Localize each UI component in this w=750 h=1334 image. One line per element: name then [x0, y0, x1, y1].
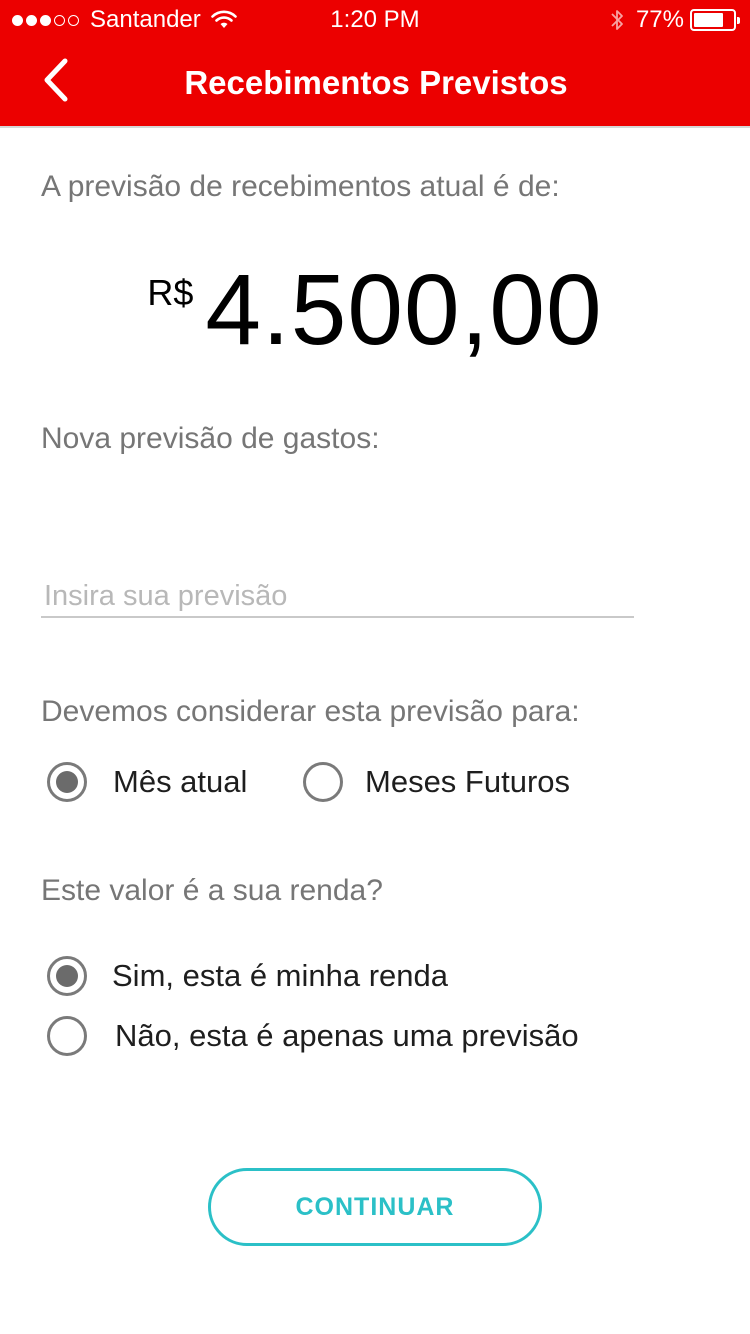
new-forecast-label: Nova previsão de gastos:: [41, 422, 380, 455]
radio-button-is-income[interactable]: [47, 956, 87, 996]
app-header: Santander 1:20 PM 77% Recebimentos Previ…: [0, 0, 750, 128]
battery-cap: [737, 17, 740, 24]
radio-option-future-months[interactable]: Meses Futuros: [303, 762, 570, 802]
bluetooth-icon: [611, 10, 623, 30]
continue-button[interactable]: CONTINUAR: [208, 1168, 542, 1246]
currency-symbol: R$: [147, 272, 194, 313]
current-forecast-amount: R$ 4.500,00: [0, 260, 750, 360]
forecast-input[interactable]: [41, 566, 634, 626]
radio-label-current-month: Mês atual: [113, 764, 248, 799]
forecast-amount-value: 4.500,00: [205, 254, 603, 366]
period-question-label: Devemos considerar esta previsão para:: [41, 695, 580, 728]
radio-button-current-month[interactable]: [47, 762, 87, 802]
battery-level-fill: [694, 13, 724, 27]
current-forecast-label: A previsão de recebimentos atual é de:: [41, 170, 560, 203]
radio-option-current-month[interactable]: Mês atual: [47, 762, 247, 802]
status-bar: Santander 1:20 PM 77%: [0, 0, 750, 40]
battery-percentage: 77%: [635, 6, 684, 33]
radio-option-only-forecast[interactable]: Não, esta é apenas uma previsão: [47, 1016, 579, 1056]
radio-label-future-months: Meses Futuros: [365, 764, 571, 799]
radio-selected-dot: [56, 771, 78, 793]
radio-button-future-months[interactable]: [303, 762, 343, 802]
navigation-bar: Recebimentos Previstos: [0, 40, 750, 126]
radio-selected-dot: [56, 965, 78, 987]
forecast-input-field: [41, 550, 634, 626]
page-title: Recebimentos Previstos: [184, 64, 568, 101]
income-question-label: Este valor é a sua renda?: [41, 874, 383, 907]
battery-icon: [690, 9, 740, 31]
radio-label-only-forecast: Não, esta é apenas uma previsão: [115, 1018, 579, 1053]
radio-button-only-forecast[interactable]: [47, 1016, 87, 1056]
continue-button-label: CONTINUAR: [295, 1192, 455, 1221]
radio-option-is-income[interactable]: Sim, esta é minha renda: [47, 956, 448, 996]
status-right: 77%: [610, 6, 740, 34]
radio-label-is-income: Sim, esta é minha renda: [112, 958, 449, 993]
